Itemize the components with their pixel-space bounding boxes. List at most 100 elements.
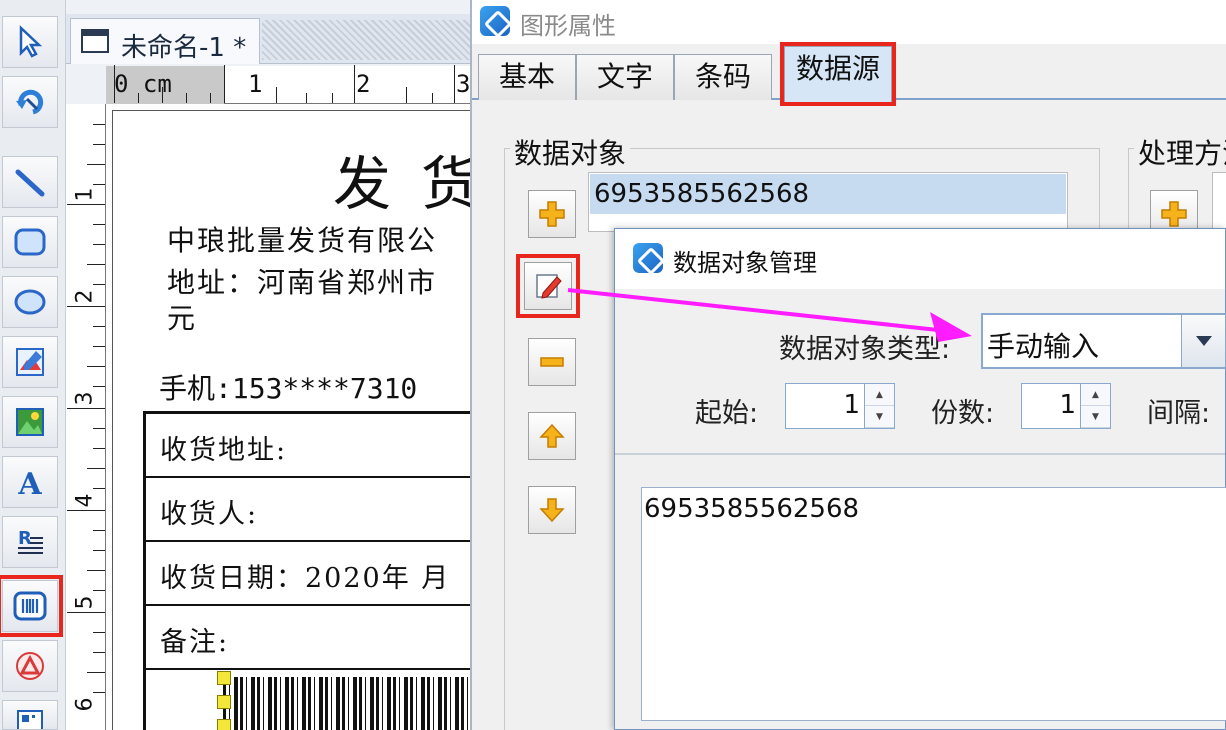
object-type-select[interactable]: 手动输入: [981, 313, 1226, 369]
shape-tool-button[interactable]: [2, 640, 58, 692]
select-arrow-icon: [19, 25, 43, 58]
data-object-group-label: 数据对象: [510, 132, 631, 172]
spin-up-icon[interactable]: ▲: [865, 384, 894, 406]
plus-icon: [1161, 201, 1187, 227]
move-down-button[interactable]: [528, 486, 576, 534]
row-label[interactable]: 收货人:: [160, 492, 258, 531]
spinner-buttons[interactable]: ▲ ▼: [864, 384, 894, 428]
line-tool-button[interactable]: [2, 156, 58, 208]
picture-icon: [16, 408, 44, 436]
start-label: 起始:: [695, 398, 759, 429]
add-data-object-button[interactable]: [528, 190, 576, 238]
rounded-rect-icon: [14, 228, 46, 256]
app-logo-icon: [633, 243, 663, 273]
chevron-down-icon: [1195, 336, 1212, 346]
rotate-icon: [16, 89, 44, 115]
label-address[interactable]: 地址：河南省郑州市: [167, 261, 437, 301]
tab-barcode[interactable]: 条码: [674, 54, 772, 100]
list-item-selected[interactable]: 6953585562568: [590, 174, 1066, 214]
start-value: 1: [843, 390, 860, 420]
rotate-tool-button[interactable]: [2, 76, 58, 128]
dropdown-button[interactable]: [1181, 315, 1225, 367]
svg-text:R: R: [18, 528, 32, 549]
picture-tool-button[interactable]: [2, 396, 58, 448]
object-type-value: 手动输入: [987, 330, 1100, 363]
image-icon: [16, 348, 44, 376]
document-icon: [81, 29, 109, 53]
horizontal-ruler: 0 cm 1 2 3: [106, 65, 471, 104]
move-up-button[interactable]: [528, 412, 576, 460]
rich-text-tool-button[interactable]: R: [2, 516, 58, 568]
copies-label: 份数:: [931, 398, 995, 429]
spinner-buttons[interactable]: ▲ ▼: [1080, 384, 1110, 428]
ruler-h-label: 1: [248, 70, 263, 98]
processing-group-label: 处理方法: [1134, 132, 1226, 172]
tab-strip-background: [262, 20, 470, 60]
label-company[interactable]: 中琅批量发货有限公: [167, 219, 437, 259]
image-tool-button[interactable]: [2, 336, 58, 388]
vertical-ruler: 1 2 3 4 5 6: [66, 104, 106, 730]
object-type-label: 数据对象类型:: [779, 334, 951, 365]
data-object-list[interactable]: 6953585562568: [588, 172, 1068, 232]
shape-icon: [16, 652, 44, 680]
document-tab[interactable]: 未命名-1 *: [70, 18, 260, 64]
edit-icon: [536, 274, 562, 299]
rich-text-icon: R: [18, 528, 43, 554]
text-tool-button[interactable]: A: [2, 456, 58, 508]
document-tab-title: 未命名-1 *: [121, 33, 247, 63]
ruler-v-label: 1: [72, 187, 98, 202]
row-label[interactable]: 收货日期：2020年 月: [160, 556, 450, 595]
barcode-tool-button[interactable]: [0, 575, 63, 637]
plus-icon: [539, 201, 565, 227]
copies-value: 1: [1059, 390, 1076, 420]
ruler-v-label: 6: [72, 697, 98, 712]
ruler-h-label: 0 cm: [114, 70, 172, 98]
arrow-down-icon: [539, 498, 565, 523]
row-label[interactable]: 备注:: [160, 620, 229, 659]
remove-data-object-button[interactable]: [528, 338, 576, 386]
processing-list[interactable]: [1212, 172, 1226, 232]
ellipse-tool-button[interactable]: [2, 276, 58, 328]
properties-tabs: 基本 文字 条码 数据源: [472, 42, 1226, 106]
table-row: 备注:: [146, 606, 470, 670]
resize-handle[interactable]: [217, 695, 231, 709]
qrcode-tool-button[interactable]: [2, 700, 58, 730]
content-textarea[interactable]: 6953585562568: [641, 487, 1226, 721]
select-tool-button[interactable]: [2, 16, 58, 68]
label-sheet: 发货 中琅批量发货有限公 地址：河南省郑州市 元 手机:153****7310 …: [112, 110, 470, 730]
tab-basic[interactable]: 基本: [478, 54, 576, 100]
edit-data-object-button[interactable]: [516, 254, 580, 318]
ruler-h-label: 3: [456, 70, 471, 98]
label-canvas[interactable]: 发货 中琅批量发货有限公 地址：河南省郑州市 元 手机:153****7310 …: [106, 104, 470, 730]
ruler-v-label: 3: [72, 391, 98, 406]
designer-area: 未命名-1 * 0 cm 1 2 3 1 2 3 4 5 6 发 中琅批量发货有…: [66, 0, 470, 730]
row-label[interactable]: 收货地址:: [160, 428, 287, 467]
resize-handle[interactable]: [217, 671, 231, 685]
dialog-title: 数据对象管理: [673, 249, 817, 277]
tab-datasource[interactable]: 数据源: [780, 42, 896, 106]
copies-spinner[interactable]: 1 ▲ ▼: [1021, 383, 1111, 429]
app-logo-icon: [480, 6, 510, 36]
spin-down-icon[interactable]: ▼: [1081, 406, 1110, 428]
data-object-manager-dialog: 数据对象管理 数据对象类型: 手动输入 起始: 1 ▲ ▼ 份数: 1 ▲ ▼ 间隔…: [614, 228, 1226, 730]
document-tab-bar: 未命名-1 *: [66, 14, 470, 64]
minus-icon: [540, 357, 564, 367]
divider: [615, 453, 1225, 455]
barcode-object[interactable]: [223, 677, 470, 730]
spin-up-icon[interactable]: ▲: [1081, 384, 1110, 406]
qrcode-icon: [17, 710, 43, 729]
ruler-h-label: 2: [356, 70, 371, 98]
label-phone[interactable]: 手机:153****7310: [159, 367, 417, 407]
start-spinner[interactable]: 1 ▲ ▼: [785, 383, 895, 429]
line-icon: [15, 169, 45, 197]
label-address-continued[interactable]: 元: [167, 297, 197, 337]
resize-handle[interactable]: [217, 719, 231, 730]
content-value: 6953585562568: [644, 494, 860, 524]
interval-label: 间隔:: [1147, 398, 1211, 429]
label-title[interactable]: 发货: [333, 137, 470, 221]
arrow-up-icon: [539, 423, 565, 448]
rounded-rect-tool-button[interactable]: [2, 216, 58, 268]
text-icon: A: [17, 467, 42, 498]
tab-text[interactable]: 文字: [576, 54, 674, 100]
spin-down-icon[interactable]: ▼: [865, 406, 894, 428]
